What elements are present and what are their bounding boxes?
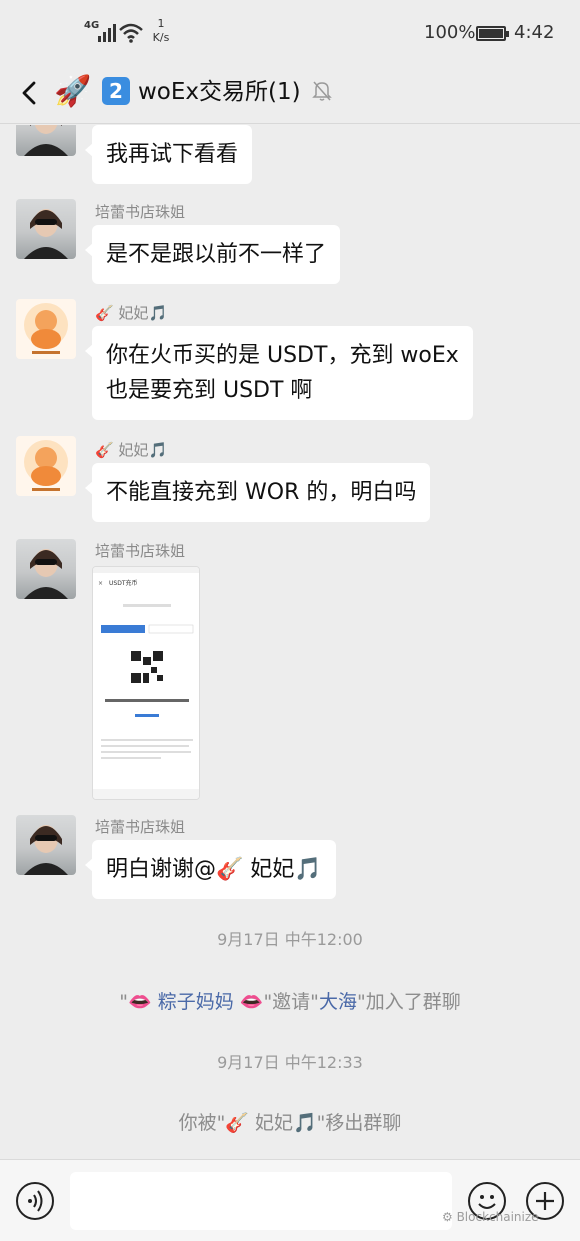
- watermark: ⚙ Blockchainize: [442, 1210, 539, 1224]
- system-invite-notice: "👄 粽子妈妈 👄"邀请"大海"加入了群聊: [0, 989, 580, 1015]
- message-bubble[interactable]: 是不是跟以前不一样了: [84, 225, 341, 284]
- back-arrow-icon[interactable]: [18, 78, 42, 108]
- svg-text:×: ×: [98, 580, 103, 587]
- invite-middle: 👄"邀请": [233, 991, 319, 1013]
- chat-messages[interactable]: 我再试下看看 培蕾书店珠姐 是不是跟以前不一样了 🎸 妃妃🎵 你在火币买的是 U…: [0, 125, 580, 1159]
- network-speed: 1 K/s: [150, 17, 172, 45]
- invitee-name[interactable]: 大海: [319, 991, 357, 1013]
- watermark-text: Blockchainize: [456, 1210, 539, 1224]
- message-line: 也是要充到 USDT 啊: [106, 378, 313, 403]
- message-bubble[interactable]: 你在火币买的是 USDT，充到 woEx 也是要充到 USDT 啊: [85, 326, 473, 420]
- message-input[interactable]: [70, 1172, 452, 1230]
- avatar[interactable]: [16, 815, 76, 875]
- message-line: 你在火币买的是 USDT，充到 woEx: [106, 343, 459, 368]
- sender-name: 培蕾书店珠姐: [95, 203, 186, 221]
- message-bubble[interactable]: 我再试下看看: [84, 125, 253, 184]
- avatar[interactable]: [16, 125, 76, 156]
- network-speed-value: 1: [157, 17, 165, 30]
- network-type: 4G: [84, 20, 100, 31]
- sender-name: 培蕾书店珠姐: [95, 542, 186, 560]
- network-speed-unit: K/s: [152, 31, 170, 44]
- message-bubble[interactable]: 明白谢谢@🎸 妃妃🎵: [85, 840, 336, 899]
- avatar[interactable]: [16, 199, 76, 259]
- inviter-name[interactable]: 粽子妈妈: [158, 991, 234, 1013]
- battery-fill: [479, 29, 503, 38]
- avatar[interactable]: [16, 539, 76, 599]
- system-timestamp: 9月17日 中午12:33: [217, 1053, 363, 1072]
- bell-muted-icon: [312, 81, 332, 101]
- voice-button[interactable]: [16, 1182, 54, 1220]
- rocket-icon: 🚀: [54, 74, 92, 109]
- image-message[interactable]: × USDT充币: [92, 566, 200, 800]
- system-timestamp: 9月17日 中午12:00: [217, 930, 363, 949]
- input-bar: ⚙ Blockchainize: [0, 1159, 580, 1241]
- status-bar: 4G 1 K/s 100% 4:42: [0, 0, 580, 66]
- avatar[interactable]: [16, 299, 76, 359]
- clock: 4:42: [514, 22, 555, 43]
- avatar[interactable]: [16, 436, 76, 496]
- voice-icon: [28, 1190, 43, 1212]
- invite-prefix: "👄: [119, 991, 158, 1013]
- sender-name: 培蕾书店珠姐: [95, 818, 186, 836]
- group-title[interactable]: woEx交易所(1): [138, 76, 301, 108]
- sender-name: 🎸 妃妃🎵: [95, 304, 168, 322]
- system-removed-notice: 你被"🎸 妃妃🎵"移出群聊: [178, 1112, 402, 1134]
- sender-name: 🎸 妃妃🎵: [95, 441, 168, 459]
- keycap-two-badge: 2: [102, 77, 130, 105]
- battery-icon: [476, 26, 509, 41]
- screenshot-title: USDT充币: [109, 579, 138, 587]
- battery-percent: 100%: [424, 22, 476, 43]
- chat-header: 🚀 2 woEx交易所(1): [0, 66, 580, 124]
- message-bubble[interactable]: 不能直接充到 WOR 的，明白吗: [84, 463, 431, 522]
- invite-suffix: "加入了群聊: [356, 991, 461, 1013]
